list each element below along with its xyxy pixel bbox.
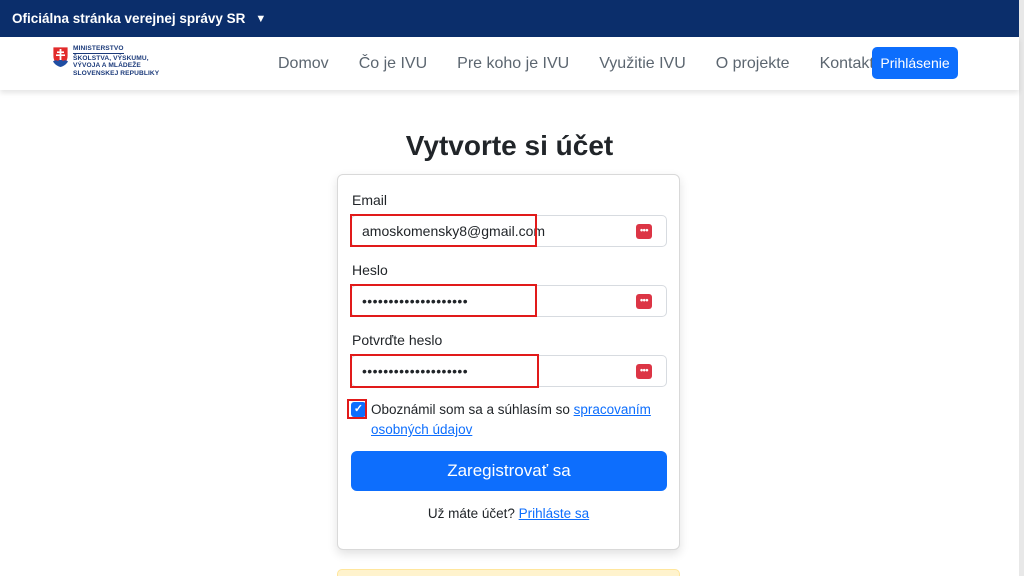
ministry-logo[interactable]: MINISTERSTVO ŠKOLSTVA, VÝSKUMU, VÝVOJA A… xyxy=(52,45,159,77)
coat-of-arms-icon xyxy=(52,46,69,68)
register-card: Email amoskomensky8@gmail.com ••• Heslo … xyxy=(337,174,680,550)
logo-line: VÝVOJA A MLÁDEŽE xyxy=(73,62,141,70)
nav-link-kontakt[interactable]: Kontakt xyxy=(820,55,874,73)
confirm-password-label: Potvrďte heslo xyxy=(352,332,443,348)
login-button[interactable]: Prihlásenie xyxy=(872,47,958,79)
gov-banner[interactable]: Oficiálna stránka verejnej správy SR ▼ xyxy=(0,0,1019,37)
page-title: Vytvorte si účet xyxy=(405,130,614,161)
login-prompt: Už máte účet? Prihláste sa xyxy=(338,506,679,521)
chevron-down-icon[interactable]: ▼ xyxy=(255,13,266,25)
password-manager-icon[interactable]: ••• xyxy=(636,364,652,379)
login-link[interactable]: Prihláste sa xyxy=(519,506,590,521)
nav-link-vyuzitie[interactable]: Využitie IVU xyxy=(599,55,686,73)
logo-text: MINISTERSTVO ŠKOLSTVA, VÝSKUMU, VÝVOJA A… xyxy=(73,45,159,77)
highlight-box xyxy=(347,399,367,419)
alert-box xyxy=(337,569,680,576)
logo-line: SLOVENSKEJ REPUBLIKY xyxy=(73,69,160,77)
scrollbar[interactable] xyxy=(1019,0,1024,576)
nav-link-pre-koho[interactable]: Pre koho je IVU xyxy=(457,55,569,73)
logo-line: MINISTERSTVO xyxy=(73,45,124,54)
nav-link-domov[interactable]: Domov xyxy=(278,55,329,73)
gov-banner-text: Oficiálna stránka verejnej správy SR xyxy=(12,11,246,26)
consent-text: Oboznámil som sa a súhlasím so spracovan… xyxy=(371,400,667,440)
consent-label: Oboznámil som sa a súhlasím so xyxy=(371,402,574,417)
register-button[interactable]: Zaregistrovať sa xyxy=(351,451,667,491)
password-manager-icon[interactable]: ••• xyxy=(636,294,652,309)
password-manager-icon[interactable]: ••• xyxy=(636,224,652,239)
email-label: Email xyxy=(352,192,388,208)
password-label: Heslo xyxy=(352,262,388,278)
logo-line: ŠKOLSTVA, VÝSKUMU, xyxy=(73,54,149,62)
highlight-box xyxy=(350,284,537,317)
navbar: MINISTERSTVO ŠKOLSTVA, VÝSKUMU, VÝVOJA A… xyxy=(0,37,1019,90)
main-nav: Domov Čo je IVU Pre koho je IVU Využitie… xyxy=(278,37,904,90)
nav-link-o-projekte[interactable]: O projekte xyxy=(716,55,790,73)
highlight-box xyxy=(350,354,539,388)
login-prompt-text: Už máte účet? xyxy=(427,506,519,521)
nav-link-co-je-ivu[interactable]: Čo je IVU xyxy=(359,55,427,73)
highlight-box xyxy=(350,214,537,247)
